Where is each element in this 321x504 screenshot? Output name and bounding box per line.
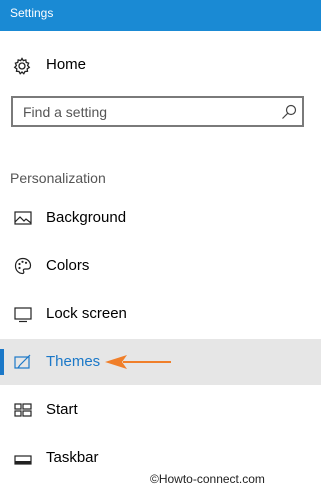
search-box[interactable] <box>11 96 304 127</box>
search-icon[interactable] <box>281 104 297 120</box>
watermark: ©Howto-connect.com <box>150 472 265 486</box>
title-bar: Settings <box>0 0 321 31</box>
start-tiles-icon <box>14 403 32 417</box>
nav-item-label: Themes <box>46 353 101 370</box>
nav-item-label: Lock screen <box>46 305 127 322</box>
home-label: Home <box>46 56 87 73</box>
window-title: Settings <box>10 6 54 20</box>
search-input[interactable] <box>13 98 283 125</box>
taskbar-icon <box>14 455 32 465</box>
home-nav-item[interactable]: Home <box>0 48 321 84</box>
gear-icon <box>13 57 31 75</box>
nav-item-label: Taskbar <box>46 449 99 466</box>
nav-item-background[interactable]: Background <box>0 195 321 241</box>
annotation-arrow-icon <box>105 355 171 369</box>
nav-item-label: Start <box>46 401 78 418</box>
palette-icon <box>14 257 32 275</box>
nav-item-colors[interactable]: Colors <box>0 243 321 289</box>
nav-item-label: Colors <box>46 257 90 274</box>
nav-item-start[interactable]: Start <box>0 387 321 433</box>
nav-item-label: Background <box>46 209 127 226</box>
nav-item-lock-screen[interactable]: Lock screen <box>0 291 321 337</box>
selection-indicator <box>0 349 4 375</box>
themes-brush-icon <box>14 354 31 369</box>
monitor-icon <box>14 307 32 323</box>
section-heading: Personalization <box>10 170 106 186</box>
image-icon <box>14 211 32 225</box>
